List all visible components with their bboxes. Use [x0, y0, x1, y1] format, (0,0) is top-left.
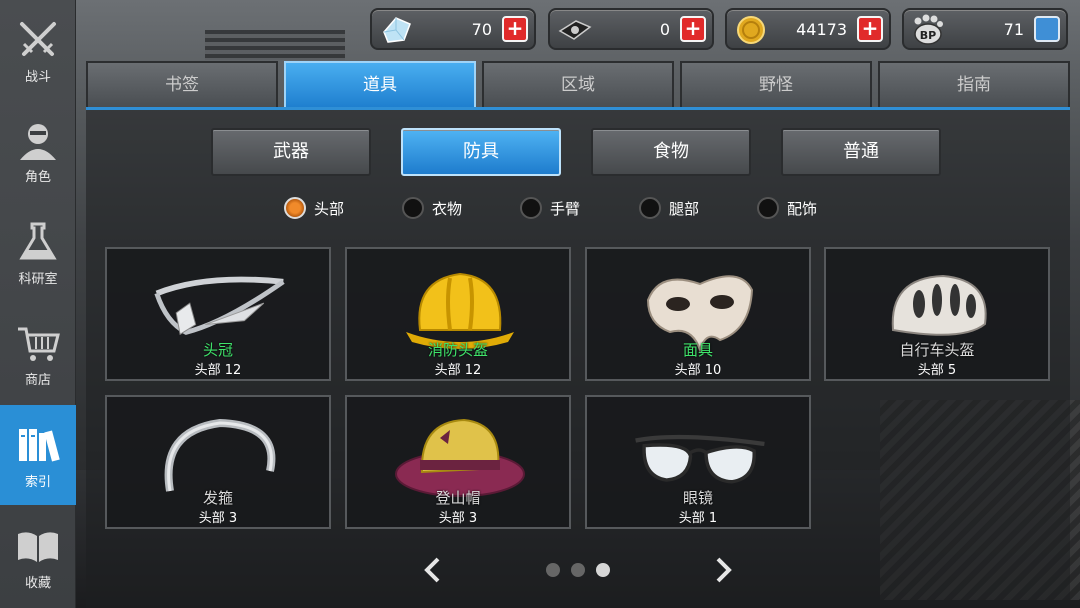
subtab-weapons[interactable]: 武器 [211, 128, 371, 176]
ceiling-vent [205, 30, 345, 60]
tab-items[interactable]: 道具 [284, 61, 476, 107]
category-tabs: 书签 道具 区域 野怪 指南 [86, 61, 1070, 107]
crystal-icon [376, 12, 416, 48]
prev-page-button[interactable] [420, 556, 444, 584]
flask-icon [14, 218, 62, 266]
coin-icon [731, 12, 771, 48]
resource-value: 44173 [796, 20, 847, 39]
item-name: 登山帽 [435, 489, 481, 507]
radio-dot [520, 197, 542, 219]
item-name: 发箍 [202, 489, 233, 507]
item-card-glasses[interactable]: 眼镜 头部 1 [585, 395, 811, 529]
svg-text:BP: BP [920, 29, 936, 42]
item-name: 头冠 [202, 341, 233, 359]
item-card-mask[interactable]: 面具 头部 10 [585, 247, 811, 381]
subtab-armor[interactable]: 防具 [401, 128, 561, 176]
item-slot-level: 头部 3 [438, 511, 478, 526]
chevron-right-icon [716, 557, 732, 583]
add-disk-button[interactable]: + [680, 16, 706, 42]
item-card-headband[interactable]: 发箍 头部 3 [105, 395, 331, 529]
sidebar-item-battle[interactable]: 战斗 [0, 0, 76, 100]
radio-dot [284, 197, 306, 219]
chevron-left-icon [424, 557, 440, 583]
tab-guide[interactable]: 指南 [878, 61, 1070, 107]
sidebar-item-label: 角色 [24, 169, 51, 185]
item-slot-level: 头部 1 [678, 511, 718, 526]
sidebar-item-label: 索引 [24, 474, 51, 490]
item-card-hiking-hat[interactable]: 登山帽 头部 3 [345, 395, 571, 529]
page-dot[interactable] [546, 563, 560, 577]
item-card-fire-helmet[interactable]: 消防头盔 头部 12 [345, 247, 571, 381]
resource-value: 0 [659, 20, 670, 39]
books-icon [14, 421, 62, 469]
filter-clothes[interactable]: 衣物 [402, 196, 462, 220]
resource-coins: 44173 + [725, 8, 891, 50]
filter-label: 配饰 [787, 199, 818, 218]
sidebar-item-label: 科研室 [18, 271, 58, 287]
filter-label: 腿部 [669, 199, 700, 218]
resource-disk: 0 + [548, 8, 714, 50]
filter-head[interactable]: 头部 [284, 196, 344, 220]
subtab-common[interactable]: 普通 [781, 128, 941, 176]
filter-label: 手臂 [550, 199, 581, 218]
resource-bp: BP 71 [902, 8, 1068, 50]
crossed-swords-icon [14, 16, 62, 64]
filter-accessories[interactable]: 配饰 [757, 196, 817, 220]
item-name: 眼镜 [682, 489, 713, 507]
next-page-button[interactable] [712, 556, 736, 584]
filter-label: 头部 [314, 199, 345, 218]
resource-value: 70 [471, 20, 492, 39]
cart-icon [14, 319, 62, 367]
page-dot[interactable] [571, 563, 585, 577]
add-crystal-button[interactable]: + [502, 16, 528, 42]
sidebar-item-index[interactable]: 索引 [0, 405, 76, 505]
bp-paw-icon: BP [908, 12, 948, 48]
radio-dot [639, 197, 661, 219]
radio-dot [757, 197, 779, 219]
filter-legs[interactable]: 腿部 [639, 196, 699, 220]
bp-card-button[interactable] [1034, 16, 1060, 42]
sidebar-item-label: 商店 [24, 372, 51, 388]
item-slot-level: 头部 12 [434, 363, 482, 378]
item-name: 面具 [682, 341, 713, 359]
filter-arms[interactable]: 手臂 [520, 196, 580, 220]
item-slot-level: 头部 12 [194, 363, 242, 378]
radio-dot [402, 197, 424, 219]
sidebar-item-character[interactable]: 角色 [0, 100, 76, 200]
sidebar-item-lab[interactable]: 科研室 [0, 202, 76, 302]
resource-value: 71 [1003, 20, 1024, 39]
item-slot-level: 头部 5 [917, 363, 957, 378]
sidebar-item-collection[interactable]: 收藏 [0, 506, 76, 606]
add-coins-button[interactable]: + [857, 16, 883, 42]
item-slot-level: 头部 3 [198, 511, 238, 526]
resource-crystal: 70 + [370, 8, 536, 50]
tab-bookmarks[interactable]: 书签 [86, 61, 278, 107]
item-name: 消防头盔 [427, 341, 488, 359]
character-icon [14, 116, 62, 164]
open-book-icon [14, 522, 62, 570]
sidebar: 战斗 角色 科研室 商店 索引 收藏 [0, 0, 76, 608]
subtab-food[interactable]: 食物 [591, 128, 751, 176]
tab-monsters[interactable]: 野怪 [680, 61, 872, 107]
item-card-tiara[interactable]: 头冠 头部 12 [105, 247, 331, 381]
item-slot-level: 头部 10 [674, 363, 722, 378]
item-card-bike-helmet[interactable]: 自行车头盔 头部 5 [824, 247, 1050, 381]
sidebar-item-label: 战斗 [24, 69, 51, 85]
filter-label: 衣物 [432, 199, 463, 218]
sidebar-item-shop[interactable]: 商店 [0, 303, 76, 403]
data-disk-icon [554, 12, 594, 48]
page-dot-current[interactable] [596, 563, 610, 577]
item-name: 自行车头盔 [899, 341, 975, 359]
sidebar-item-label: 收藏 [24, 575, 51, 591]
tab-areas[interactable]: 区域 [482, 61, 674, 107]
